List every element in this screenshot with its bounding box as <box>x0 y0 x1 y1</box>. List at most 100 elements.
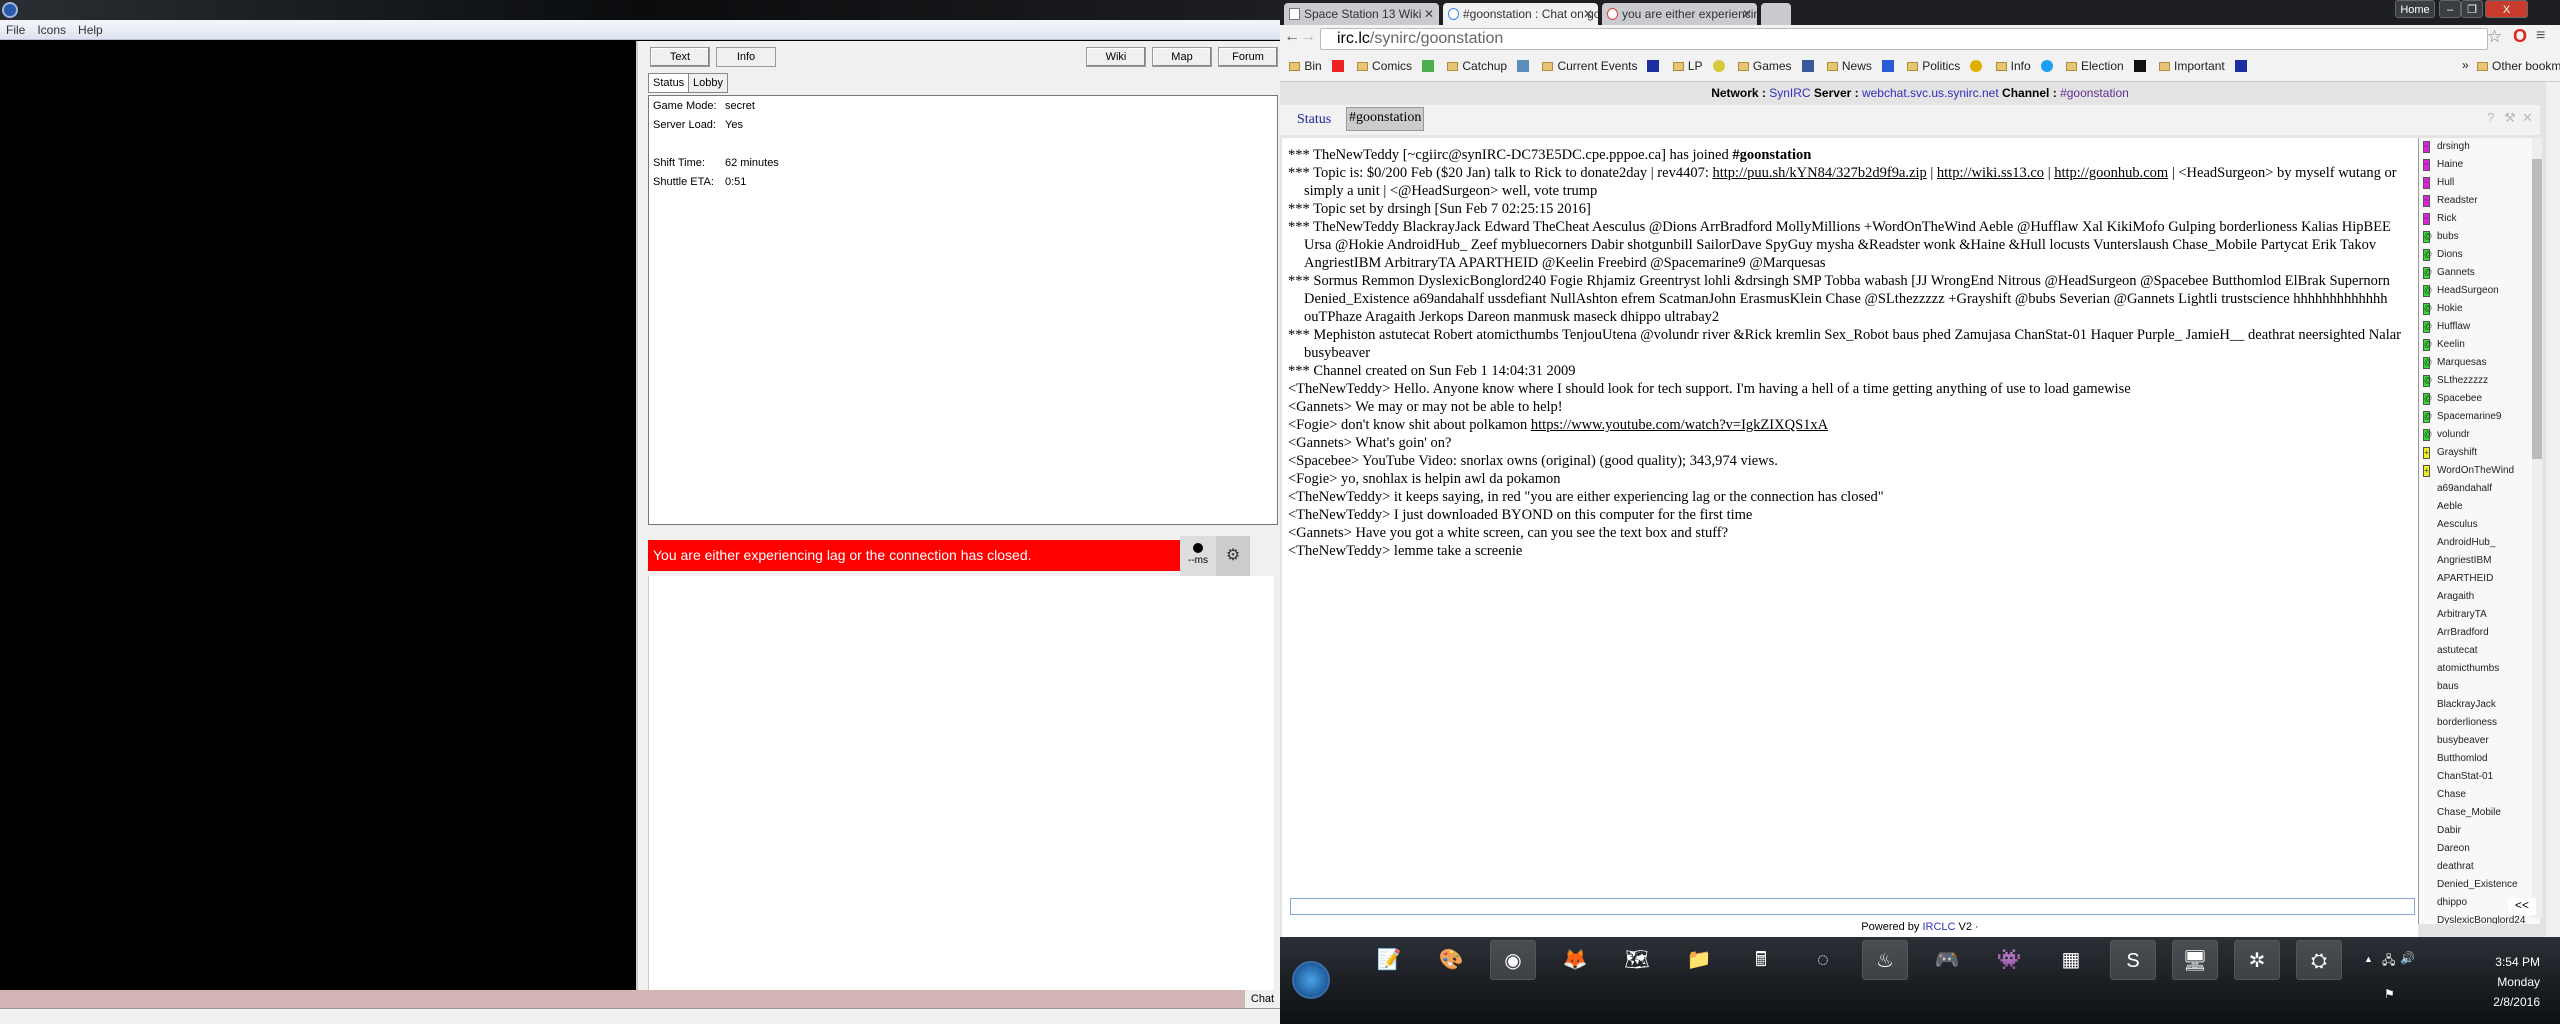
other-bookmarks[interactable]: Other bookmarks <box>2477 59 2560 73</box>
bookmark-politics[interactable]: Politics <box>1907 59 1960 73</box>
nick-item[interactable]: Aragaith <box>2419 588 2540 606</box>
back-icon[interactable]: ← <box>1284 28 1300 46</box>
site-icon[interactable] <box>1712 60 1725 72</box>
nick-item[interactable]: + Grayshift <box>2419 444 2540 462</box>
opera-icon[interactable]: O <box>2513 26 2527 47</box>
news-site-icon[interactable] <box>1881 60 1894 72</box>
steam-icon[interactable] <box>2133 60 2146 72</box>
forum-button[interactable]: Forum <box>1218 47 1278 67</box>
close-icon[interactable]: ✕ <box>2522 110 2533 126</box>
bookmark-bin[interactable]: Bin <box>1289 59 1322 73</box>
nick-item[interactable]: deathrat <box>2419 858 2540 876</box>
chat-output[interactable] <box>648 576 1274 990</box>
map-viewer-icon[interactable]: 🗺 <box>1614 940 1660 980</box>
map-button[interactable]: Map <box>1152 47 1212 67</box>
nick-item[interactable]: Denied_Existence <box>2419 876 2540 894</box>
bookmark-catchup[interactable]: Catchup <box>1447 59 1507 73</box>
bookmark-comics[interactable]: Comics <box>1357 59 1412 73</box>
nick-item[interactable]: @ Marquesas <box>2419 354 2540 372</box>
nick-item[interactable]: atomicthumbs <box>2419 660 2540 678</box>
nick-item[interactable]: ChanStat-01 <box>2419 768 2540 786</box>
tab-lobby[interactable]: Lobby <box>688 73 728 93</box>
bookmark-lp[interactable]: LP <box>1672 59 1703 73</box>
site-icon[interactable] <box>1970 60 1983 72</box>
settings-icon[interactable]: ⚒ <box>2504 110 2516 126</box>
maps-icon[interactable] <box>1422 60 1435 72</box>
close-tab-icon[interactable]: ✕ <box>1583 3 1593 25</box>
bookmark-current-events[interactable]: Current Events <box>1542 59 1637 73</box>
nick-item[interactable]: baus <box>2419 678 2540 696</box>
maximize-button[interactable]: ❐ <box>2461 0 2483 18</box>
nick-item[interactable]: @ Keelin <box>2419 336 2540 354</box>
nick-item[interactable]: ~ Readster <box>2419 192 2540 210</box>
nick-item[interactable]: Chase <box>2419 786 2540 804</box>
nick-item[interactable]: Aeble <box>2419 498 2540 516</box>
menu-file[interactable]: File <box>0 20 31 40</box>
gamepad-icon[interactable]: 🎮 <box>1924 940 1970 980</box>
nick-item[interactable]: Butthomlod <box>2419 750 2540 768</box>
nick-item[interactable]: @ Spacebee <box>2419 390 2540 408</box>
game-map-viewport[interactable] <box>0 41 636 990</box>
browser-tab-wiki[interactable]: Space Station 13 Wiki ✕ <box>1284 3 1439 25</box>
menu-icon[interactable]: ≡ <box>2536 27 2545 45</box>
start-button[interactable] <box>1292 961 1330 999</box>
bookmark-games[interactable]: Games <box>1737 59 1792 73</box>
nick-item[interactable]: Dabir <box>2419 822 2540 840</box>
message-input[interactable] <box>1290 898 2415 915</box>
irc-tab-status[interactable]: Status <box>1297 112 1331 128</box>
bookmark-important[interactable]: Important <box>2159 59 2225 73</box>
gear-icon[interactable]: ⚙ <box>1216 536 1250 576</box>
forward-icon[interactable]: → <box>1300 28 1316 46</box>
nick-item[interactable]: astutecat <box>2419 642 2540 660</box>
action-center-flag-icon[interactable]: ⚑ <box>2384 987 2395 1001</box>
tab-status[interactable]: Status <box>648 73 690 93</box>
clock[interactable]: 3:54 PM Monday 2/8/2016 <box>2430 955 2540 1009</box>
dreamseeker-icon[interactable]: ✲ <box>2234 940 2280 980</box>
browser-tab-goonstation[interactable]: #goonstation : Chat on go ✕ <box>1443 3 1598 25</box>
nick-list-scroll-thumb[interactable] <box>2532 159 2542 459</box>
help-icon[interactable]: ? <box>2487 110 2494 125</box>
nick-item[interactable]: @ Spacemarine9 <box>2419 408 2540 426</box>
nick-item[interactable]: APARTHEID <box>2419 570 2540 588</box>
minecraft-icon[interactable]: ▦ <box>2048 940 2094 980</box>
address-bar[interactable]: irc.lc/synirc/goonstation <box>1320 28 2488 50</box>
nick-item[interactable]: @ volundr <box>2419 426 2540 444</box>
bookmark-info[interactable]: Info <box>1995 59 2031 73</box>
nick-list[interactable]: ~ drsingh ~ Haine ~ Hull ~ Readster ~ Rick @ bubs @ D… <box>2418 138 2540 924</box>
nick-item[interactable]: @ Dions <box>2419 246 2540 264</box>
nick-item[interactable]: ~ Haine <box>2419 156 2540 174</box>
page-scrollbar[interactable] <box>2546 82 2560 937</box>
steam-icon[interactable]: ♨ <box>1862 940 1908 980</box>
nick-item[interactable]: BlackrayJack <box>2419 696 2540 714</box>
browser-tab-google[interactable]: you are either experiencin ✕ <box>1602 3 1757 25</box>
file-explorer-icon[interactable]: 📁 <box>1676 940 1722 980</box>
nick-item[interactable]: ~ Hull <box>2419 174 2540 192</box>
menu-icons[interactable]: Icons <box>31 20 72 40</box>
nick-item[interactable]: Aesculus <box>2419 516 2540 534</box>
firefox-icon[interactable]: 🦊 <box>1552 940 1598 980</box>
calculator-icon[interactable]: 🖩 <box>1738 940 1784 980</box>
emulator-icon[interactable]: 👾 <box>1986 940 2032 980</box>
nick-item[interactable]: Dareon <box>2419 840 2540 858</box>
youtube-icon[interactable] <box>1331 60 1344 72</box>
nick-item[interactable]: @ Hufflaw <box>2419 318 2540 336</box>
nick-item[interactable]: AndroidHub_ <box>2419 534 2540 552</box>
facebook-icon[interactable] <box>1801 60 1814 72</box>
command-input-bar[interactable] <box>0 990 1245 1008</box>
message-link[interactable]: http://puu.sh/kYN84/327b2d9f9a.zip <box>1712 165 1926 181</box>
close-tab-icon[interactable]: ✕ <box>1742 3 1752 25</box>
minimize-button[interactable]: – <box>2439 0 2461 18</box>
message-link[interactable]: http://wiki.ss13.co <box>1937 165 2044 181</box>
chat-button[interactable]: Chat <box>1245 990 1280 1008</box>
nick-item[interactable]: @ bubs <box>2419 228 2540 246</box>
message-link[interactable]: http://goonhub.com <box>2054 165 2168 181</box>
nick-item[interactable]: ~ Rick <box>2419 210 2540 228</box>
paint-icon[interactable]: 🎨 <box>1428 940 1474 980</box>
network-icon[interactable]: 🖧 <box>2382 951 2395 972</box>
more-bookmarks-icon[interactable]: » <box>2462 58 2469 72</box>
volume-icon[interactable]: 🔊 <box>2400 951 2415 965</box>
nick-item[interactable]: AngriestIBM <box>2419 552 2540 570</box>
text-button[interactable]: Text <box>650 47 710 67</box>
monitor-icon[interactable]: 🖥 <box>2172 940 2218 980</box>
site-icon[interactable] <box>1647 60 1660 72</box>
